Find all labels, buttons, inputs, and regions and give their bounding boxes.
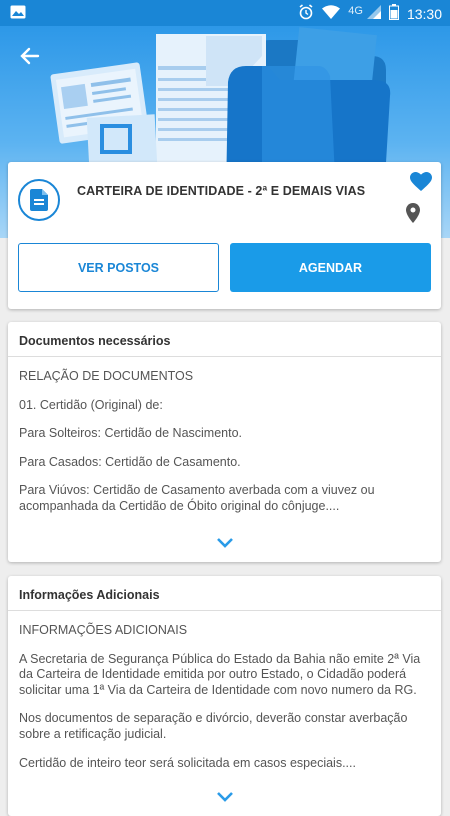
gallery-notification-icon [10,5,26,24]
ver-postos-button[interactable]: VER POSTOS [18,243,219,292]
agendar-button[interactable]: AGENDAR [230,243,431,292]
location-pin-icon[interactable] [406,203,420,228]
documents-line: Para Casados: Certidão de Casamento. [19,454,241,469]
documents-line: 01. Certidão (Original) de: [19,397,163,412]
documents-line: RELAÇÃO DE DOCUMENTOS [19,369,194,383]
wifi-icon [322,5,341,22]
battery-icon [388,4,399,23]
status-bar: 4G 13:30 [0,0,450,26]
additional-info-line: Nos documentos de separação e divórcio, … [19,711,408,741]
additional-info-line: A Secretaria de Segurança Pública do Est… [19,651,421,697]
back-arrow-icon[interactable] [16,42,44,70]
service-title: CARTEIRA DE IDENTIDADE - 2ª E DEMAIS VIA… [77,184,366,198]
documents-heading: Documentos necessários [8,322,441,357]
additional-info-card: Informações Adicionais INFORMAÇÕES ADICI… [8,576,441,816]
favorite-heart-icon[interactable] [410,172,432,197]
network-type: 4G [348,4,363,17]
additional-info-heading: Informações Adicionais [8,576,441,611]
additional-info-line: INFORMAÇÕES ADICIONAIS [19,623,188,637]
documents-card: Documentos necessários RELAÇÃO DE DOCUME… [8,322,441,562]
clock: 13:30 [406,5,442,22]
signal-icon [366,5,381,22]
service-card: CARTEIRA DE IDENTIDADE - 2ª E DEMAIS VIA… [8,162,441,309]
expand-chevron-icon[interactable] [215,536,235,550]
documents-line: Para Viúvos: Certidão de Casamento averb… [19,483,375,513]
additional-info-line: Certidão de inteiro teor será solicitada… [19,755,356,770]
documents-body: RELAÇÃO DE DOCUMENTOS 01. Certidão (Orig… [8,357,441,515]
expand-chevron-icon[interactable] [215,790,235,804]
documents-line: Para Solteiros: Certidão de Nascimento. [19,426,243,441]
document-icon [18,179,60,221]
additional-info-body: INFORMAÇÕES ADICIONAIS A Secretaria de S… [8,611,441,771]
alarm-icon [298,4,314,23]
